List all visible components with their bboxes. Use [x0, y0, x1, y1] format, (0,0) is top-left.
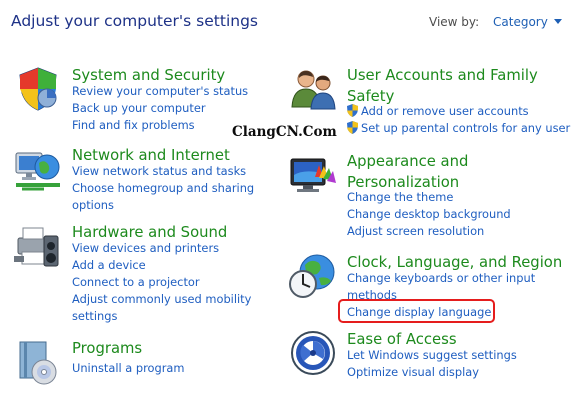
link-optimize-visual[interactable]: Optimize visual display: [347, 364, 517, 381]
view-by-dropdown[interactable]: Category: [493, 15, 562, 29]
link-add-remove-accounts-text[interactable]: Add or remove user accounts: [361, 104, 529, 118]
view-by-label: View by:: [429, 15, 480, 29]
link-homegroup-sharing-cont[interactable]: options: [72, 197, 254, 214]
link-add-device[interactable]: Add a device: [72, 257, 251, 274]
link-mobility-settings-cont[interactable]: settings: [72, 308, 251, 325]
link-screen-resolution[interactable]: Adjust screen resolution: [347, 223, 511, 240]
view-by-value[interactable]: Category: [493, 15, 548, 29]
highlight-box: [338, 299, 495, 323]
link-change-keyboards[interactable]: Change keyboards or other input: [347, 270, 535, 287]
link-devices-printers[interactable]: View devices and printers: [72, 240, 251, 257]
ease-of-access-icon[interactable]: [289, 329, 337, 377]
link-back-up[interactable]: Back up your computer: [72, 100, 248, 117]
link-desktop-background[interactable]: Change desktop background: [347, 206, 511, 223]
link-parental-controls-text[interactable]: Set up parental controls for any user: [361, 121, 570, 135]
network-globe-icon[interactable]: [14, 145, 62, 193]
link-connect-projector[interactable]: Connect to a projector: [72, 274, 251, 291]
link-review-status[interactable]: Review your computer's status: [72, 83, 248, 100]
link-change-theme[interactable]: Change the theme: [347, 189, 511, 206]
link-parental-controls[interactable]: Set up parental controls for any user: [347, 120, 570, 137]
chevron-down-icon[interactable]: [553, 19, 562, 24]
link-windows-suggest[interactable]: Let Windows suggest settings: [347, 347, 517, 364]
category-title-user-accounts-line1[interactable]: User Accounts and Family: [347, 65, 538, 86]
category-title-appearance[interactable]: Appearance and Personalization: [347, 151, 468, 193]
link-mobility-settings[interactable]: Adjust commonly used mobility: [72, 291, 251, 308]
page-title: Adjust your computer's settings: [11, 12, 258, 30]
uac-shield-icon: [347, 121, 358, 134]
printer-icon[interactable]: [14, 222, 62, 270]
link-network-status[interactable]: View network status and tasks: [72, 163, 254, 180]
appearance-monitor-icon[interactable]: [289, 151, 337, 199]
users-icon[interactable]: [289, 65, 337, 113]
shield-icon[interactable]: [14, 65, 62, 113]
link-add-remove-accounts[interactable]: Add or remove user accounts: [347, 103, 570, 120]
link-homegroup-sharing[interactable]: Choose homegroup and sharing: [72, 180, 254, 197]
watermark: ClangCN.Com: [232, 124, 337, 140]
link-find-fix-problems[interactable]: Find and fix problems: [72, 117, 248, 134]
view-by: View by: Category: [429, 15, 562, 29]
clock-globe-icon[interactable]: [289, 252, 337, 300]
link-uninstall-program[interactable]: Uninstall a program: [72, 360, 185, 377]
uac-shield-icon: [347, 104, 358, 117]
category-title-user-accounts[interactable]: User Accounts and Family Safety: [347, 65, 538, 107]
programs-disc-icon[interactable]: [14, 338, 62, 386]
category-title-programs[interactable]: Programs: [72, 338, 142, 359]
category-title-appearance-line1[interactable]: Appearance and: [347, 151, 468, 172]
